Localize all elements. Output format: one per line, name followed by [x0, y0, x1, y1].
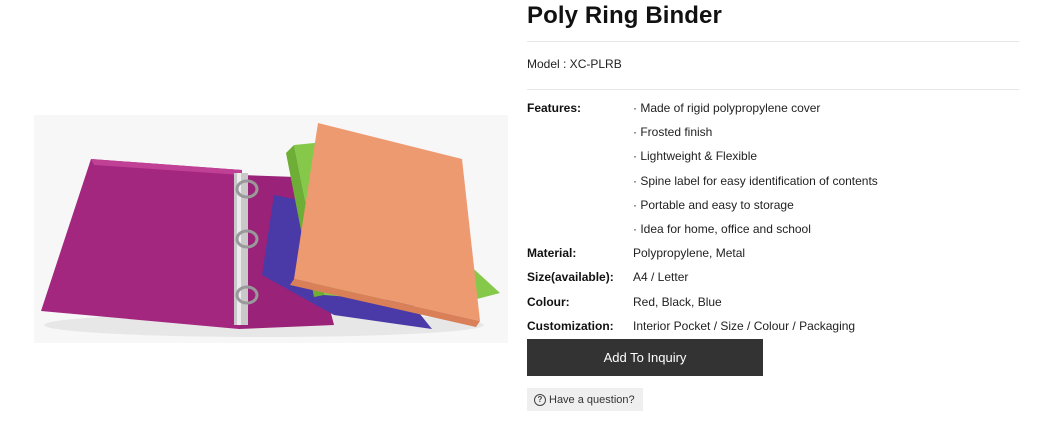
spec-row-feature: · Idea for home, office and school	[527, 217, 1019, 241]
spec-value: · Frosted finish	[633, 125, 713, 140]
product-title: Poly Ring Binder	[527, 2, 722, 29]
spec-label: Features:	[527, 101, 582, 116]
spec-value: Interior Pocket / Size / Colour / Packag…	[633, 318, 856, 333]
spec-label: Colour:	[527, 294, 570, 309]
have-a-question-button[interactable]: ? Have a question?	[527, 388, 643, 411]
spec-row-features: Features: · Made of rigid polypropylene …	[527, 96, 1019, 120]
spec-label: Customization:	[527, 318, 614, 333]
spec-value: A4 / Letter	[633, 270, 689, 285]
question-circle-icon: ?	[534, 393, 546, 406]
spec-label: Size(available):	[527, 270, 614, 285]
spec-row-feature: · Portable and easy to storage	[527, 193, 1019, 217]
product-image	[34, 115, 508, 343]
spec-row-feature: · Spine label for easy identification of…	[527, 169, 1019, 193]
divider	[527, 89, 1019, 90]
spec-value: · Idea for home, office and school	[633, 222, 811, 237]
spec-list: Features: · Made of rigid polypropylene …	[527, 96, 1019, 338]
spec-value: · Made of rigid polypropylene cover	[633, 101, 821, 116]
spec-value: · Spine label for easy identification of…	[633, 173, 878, 188]
spec-row-feature: · Frosted finish	[527, 120, 1019, 144]
spec-row-feature: · Lightweight & Flexible	[527, 144, 1019, 168]
spec-row-customization: Customization: Interior Pocket / Size / …	[527, 314, 1019, 338]
spec-value: · Lightweight & Flexible	[633, 149, 758, 164]
divider	[527, 41, 1019, 42]
add-to-inquiry-button[interactable]: Add To Inquiry	[527, 339, 763, 376]
spec-label: Material:	[527, 246, 577, 261]
spec-row-size: Size(available): A4 / Letter	[527, 265, 1019, 289]
have-a-question-label: Have a question?	[549, 393, 635, 406]
spec-row-colour: Colour: Red, Black, Blue	[527, 290, 1019, 314]
spec-value: Red, Black, Blue	[633, 294, 722, 309]
spec-row-material: Material: Polypropylene, Metal	[527, 241, 1019, 265]
model-number: Model : XC-PLRB	[527, 57, 622, 71]
spec-value: · Portable and easy to storage	[633, 197, 794, 212]
spec-value: Polypropylene, Metal	[633, 246, 746, 261]
